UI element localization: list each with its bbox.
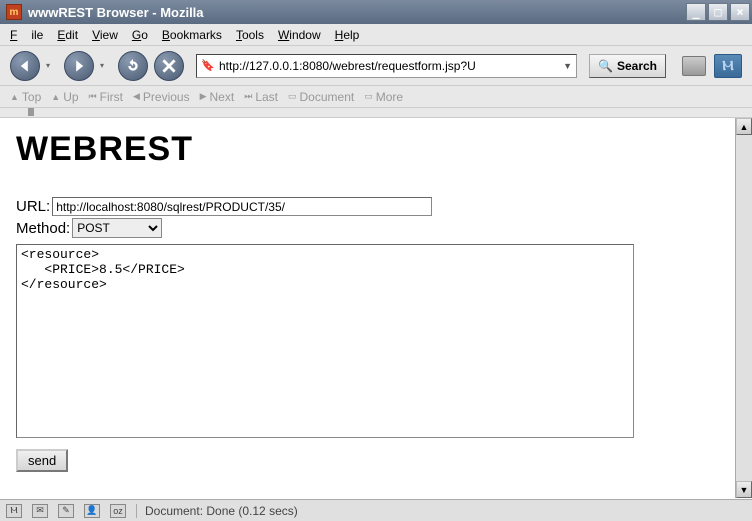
arrow-up-icon: ▲	[51, 92, 60, 102]
arrow-up-icon: ▲	[10, 92, 19, 102]
reload-button[interactable]	[118, 51, 148, 81]
minimize-button[interactable]: _	[686, 3, 706, 21]
search-button[interactable]: 🔍 Search	[589, 54, 666, 78]
nav-top[interactable]: ▲Top	[10, 90, 41, 104]
ruler-mark	[28, 108, 34, 116]
request-body-textarea[interactable]: <resource> <PRICE>8.5</PRICE> </resource…	[16, 244, 634, 438]
request-url-input[interactable]	[52, 197, 432, 216]
nav-document[interactable]: ▭Document	[288, 90, 354, 104]
scroll-track[interactable]	[736, 135, 752, 481]
nav-up[interactable]: ▲Up	[51, 90, 78, 104]
search-label: Search	[617, 59, 657, 73]
scroll-down-button[interactable]: ▼	[736, 481, 752, 498]
back-dropdown[interactable]: ▾	[46, 61, 56, 70]
close-button[interactable]: ×	[730, 3, 750, 21]
arrow-right-icon	[72, 59, 86, 73]
bookmark-icon: 🔖	[201, 59, 215, 73]
more-icon: ▭	[364, 91, 373, 102]
url-input[interactable]	[219, 59, 563, 73]
send-button[interactable]: send	[16, 449, 68, 472]
addressbook-status-icon[interactable]: 👤	[84, 504, 100, 518]
forward-dropdown[interactable]: ▾	[100, 61, 110, 70]
nav-last[interactable]: ⏭Last	[244, 90, 278, 104]
print-button[interactable]	[682, 56, 706, 76]
stop-icon	[162, 59, 176, 73]
status-text: Document: Done (0.12 secs)	[136, 504, 298, 518]
method-label: Method:	[16, 220, 70, 237]
arrow-left-icon	[18, 59, 32, 73]
mozilla-throbber-icon[interactable]: Ⲙ	[714, 54, 742, 78]
moz-status-icon[interactable]: Ⲙ	[6, 504, 22, 518]
menu-bookmarks[interactable]: Bookmarks	[162, 28, 222, 42]
scroll-up-button[interactable]: ▲	[736, 118, 752, 135]
vertical-scrollbar[interactable]: ▲ ▼	[735, 118, 752, 498]
menu-edit[interactable]: Edit	[57, 28, 78, 42]
page-title: WEBREST	[16, 130, 719, 169]
nav-next[interactable]: ▶Next	[200, 90, 235, 104]
arrow-right-icon: ▶	[200, 91, 207, 102]
url-dropdown[interactable]: ▼	[563, 61, 572, 71]
irc-status-icon[interactable]: oz	[110, 504, 126, 518]
nav-previous[interactable]: ◀Previous	[133, 90, 190, 104]
mail-status-icon[interactable]: ✉	[32, 504, 48, 518]
menu-window[interactable]: Window	[278, 28, 321, 42]
bar-left-icon: ⏮	[89, 91, 97, 102]
site-nav-toolbar: ▲Top ▲Up ⏮First ◀Previous ▶Next ⏭Last ▭D…	[0, 86, 752, 108]
magnifier-icon: 🔍	[598, 59, 613, 73]
back-button[interactable]	[10, 51, 40, 81]
menu-tools[interactable]: Tools	[236, 28, 264, 42]
composer-status-icon[interactable]: ✎	[58, 504, 74, 518]
address-bar[interactable]: 🔖 ▼	[196, 54, 577, 78]
page-content: WEBREST URL: Method: POST <resource> <PR…	[0, 118, 735, 498]
bar-right-icon: ⏭	[244, 91, 252, 102]
document-icon: ▭	[288, 91, 297, 102]
app-icon: m	[6, 4, 22, 20]
maximize-button[interactable]: □	[708, 3, 728, 21]
statusbar: Ⲙ ✉ ✎ 👤 oz Document: Done (0.12 secs)	[0, 499, 752, 521]
method-select[interactable]: POST	[72, 218, 162, 238]
menu-go[interactable]: Go	[132, 28, 148, 42]
window-title: wwwREST Browser - Mozilla	[26, 5, 686, 20]
forward-button[interactable]	[64, 51, 94, 81]
nav-first[interactable]: ⏮First	[89, 90, 123, 104]
stop-button[interactable]	[154, 51, 184, 81]
ruler-strip	[0, 108, 752, 118]
menu-help[interactable]: Help	[335, 28, 360, 42]
reload-icon	[126, 59, 140, 73]
menubar: File Edit View Go Bookmarks Tools Window…	[0, 24, 752, 46]
url-label: URL:	[16, 198, 50, 215]
window-titlebar: m wwwREST Browser - Mozilla _ □ ×	[0, 0, 752, 24]
nav-more[interactable]: ▭More	[364, 90, 403, 104]
menu-view[interactable]: View	[92, 28, 118, 42]
arrow-left-icon: ◀	[133, 91, 140, 102]
nav-toolbar: ▾ ▾ 🔖 ▼ 🔍 Search Ⲙ	[0, 46, 752, 86]
menu-file[interactable]: File	[10, 28, 43, 42]
